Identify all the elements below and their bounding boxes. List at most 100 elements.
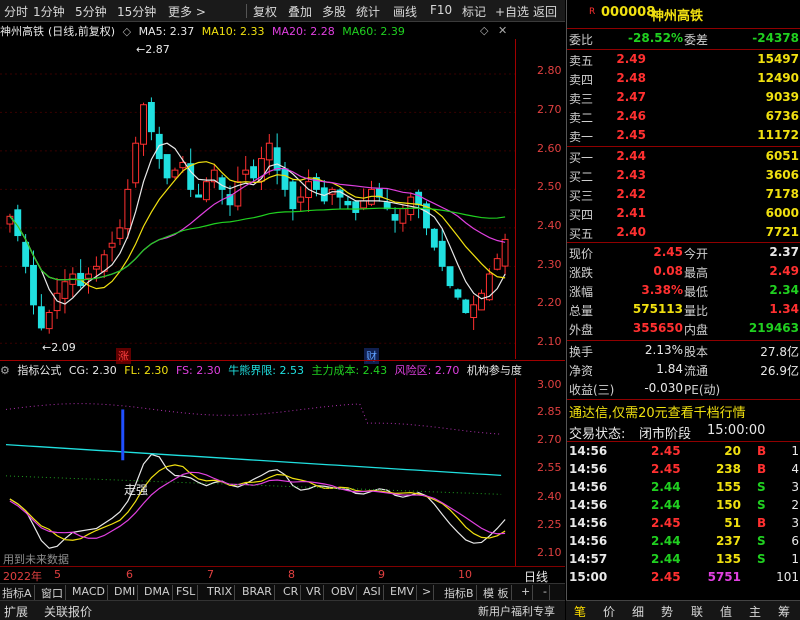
promo-row[interactable]: 通达信,仅需20元查看千档行情 xyxy=(567,401,800,421)
ask-row: 卖三 2.47 9039 xyxy=(567,89,800,108)
tick-vol: 135 xyxy=(715,552,741,566)
candle-body xyxy=(140,104,147,145)
tab-minus[interactable]: - xyxy=(541,585,550,600)
ask-row: 卖二 2.46 6736 xyxy=(567,108,800,127)
tb-zixuan[interactable]: +自选 xyxy=(495,3,529,20)
expand-button[interactable]: 扩展 xyxy=(4,603,28,620)
stat-label: 量比 xyxy=(684,304,709,318)
stat2-row: 净资 1.84 流通 26.9亿 xyxy=(567,361,800,380)
indicator-chart[interactable] xyxy=(0,378,516,566)
tb-fenshi[interactable]: 分时 xyxy=(4,3,28,20)
tick-vol: 155 xyxy=(715,480,741,494)
ma60-label: MA60: 2.39 xyxy=(342,25,405,38)
tb-duogu[interactable]: 多股 xyxy=(322,3,346,20)
status-time: 15:00:00 xyxy=(707,423,766,438)
ask-row: 卖五 2.49 15497 xyxy=(567,51,800,70)
tab-zhu[interactable]: 主 xyxy=(741,603,769,620)
ytick: 2.25 xyxy=(537,518,562,531)
related-quote-button[interactable]: 关联报价 xyxy=(44,603,92,620)
ytick: 2.80 xyxy=(537,64,562,77)
indicator-name[interactable]: 指标公式 xyxy=(17,364,61,377)
stat-value: 219463 xyxy=(748,321,799,335)
tb-fuquan[interactable]: 复权 xyxy=(253,3,277,20)
bid-price: 2.41 xyxy=(616,206,646,220)
tab-trix[interactable]: TRIX xyxy=(205,585,236,600)
tab-brar[interactable]: BRAR xyxy=(240,585,275,600)
tab-dma[interactable]: DMA xyxy=(142,585,173,600)
tick-vol: 20 xyxy=(724,444,741,458)
collapse-icon[interactable]: ◇ xyxy=(123,25,131,38)
stat-label: 现价 xyxy=(569,247,594,261)
ind-line-0 xyxy=(9,453,506,549)
tb-5min[interactable]: 5分钟 xyxy=(75,3,107,20)
bid-vol: 3606 xyxy=(765,168,799,182)
candle-body xyxy=(195,194,202,198)
tb-fanhui[interactable]: 返回 xyxy=(533,3,557,20)
tab-obv[interactable]: OBV xyxy=(329,585,358,600)
tick-side: B xyxy=(757,444,767,458)
tab-zhi[interactable]: 值 xyxy=(712,603,740,620)
ask-price: 2.46 xyxy=(616,109,646,123)
tab-lian[interactable]: 联 xyxy=(683,603,711,620)
date-tick: 10 xyxy=(458,568,472,581)
tb-more[interactable]: 更多 > xyxy=(168,3,206,20)
tab-template[interactable]: 模 板 xyxy=(481,585,512,600)
candle-body xyxy=(61,281,69,299)
ytick: 2.50 xyxy=(537,180,562,193)
tab-cr[interactable]: CR xyxy=(281,585,302,600)
bid-row: 买三 2.42 7178 xyxy=(567,186,800,205)
tb-tongji[interactable]: 统计 xyxy=(356,3,380,20)
kline-y-axis: 2.80 2.70 2.60 2.50 2.40 2.30 2.20 2.10 xyxy=(517,39,565,359)
bid-price: 2.42 xyxy=(616,187,646,201)
tb-biaoji[interactable]: 标记 xyxy=(462,3,486,20)
tab-zbB[interactable]: 指标B xyxy=(442,585,477,600)
tab-jia[interactable]: 价 xyxy=(595,603,623,620)
stat-value: 355650 xyxy=(632,321,683,335)
tab-dmi[interactable]: DMI xyxy=(112,585,139,600)
stat-value: 2.34 xyxy=(769,283,799,297)
stat-label: 涨幅 xyxy=(569,285,594,299)
close-icon[interactable]: ✕ xyxy=(498,24,507,37)
stat-label: 内盘 xyxy=(684,323,709,337)
tab-macd[interactable]: MACD xyxy=(70,585,108,600)
tb-f10[interactable]: F10 xyxy=(430,3,452,17)
tab-vr[interactable]: VR xyxy=(304,585,325,600)
quote-header: R 000008 神州高铁 xyxy=(567,3,800,25)
tb-huaxian[interactable]: 画线 xyxy=(393,3,417,20)
tab-asi[interactable]: ASI xyxy=(361,585,384,600)
date-tick: 8 xyxy=(288,568,295,581)
low-mark: ←2.09 xyxy=(42,341,76,354)
tab-fsl[interactable]: FSL xyxy=(174,585,199,600)
tick-price: 2.45 xyxy=(651,462,681,476)
ind-bull: 牛熊界限: 2.53 xyxy=(228,364,304,377)
settings-icon[interactable]: ⚙ xyxy=(0,364,10,377)
tb-1min[interactable]: 1分钟 xyxy=(33,3,65,20)
stat-value: 1.34 xyxy=(769,302,799,316)
candle-body xyxy=(501,238,509,267)
tb-diejia[interactable]: 叠加 xyxy=(288,3,312,20)
quote-panel: R 000008 神州高铁 委比 -28.52% 委差 -24378 卖五 2.4… xyxy=(566,0,800,620)
tab-bi[interactable]: 笔 xyxy=(566,603,594,620)
tab-shi[interactable]: 势 xyxy=(653,603,681,620)
tab-more[interactable]: > xyxy=(420,585,435,600)
tab-window[interactable]: 窗口 xyxy=(39,585,66,600)
tab-plus[interactable]: + xyxy=(519,585,534,600)
tab-xi[interactable]: 细 xyxy=(624,603,652,620)
promo-text[interactable]: 通达信,仅需20元查看千档行情 xyxy=(569,402,746,421)
candle-body xyxy=(45,312,53,330)
status-label: 交易状态: xyxy=(569,427,626,442)
status-row: 交易状态: 闭市阶段 15:00:00 xyxy=(567,421,800,442)
kline-chart[interactable] xyxy=(0,39,516,359)
tab-emv[interactable]: EMV xyxy=(388,585,417,600)
tick-row: 14:57 2.44 135 S 1 xyxy=(567,551,800,569)
diamond-icon[interactable]: ◇ xyxy=(480,24,488,37)
stat-value: 2.37 xyxy=(769,245,799,259)
tb-15min[interactable]: 15分钟 xyxy=(117,3,156,20)
tab-chou[interactable]: 筹 xyxy=(770,603,798,620)
tab-zbA[interactable]: 指标A xyxy=(0,585,35,600)
new-user-promo[interactable]: 新用户福利专享 xyxy=(478,603,555,619)
stat-label: 最低 xyxy=(684,285,709,299)
ytick: 2.40 xyxy=(537,219,562,232)
ask-vol: 15497 xyxy=(757,52,799,66)
stat-row: 外盘 355650 内盘 219463 xyxy=(567,320,800,339)
